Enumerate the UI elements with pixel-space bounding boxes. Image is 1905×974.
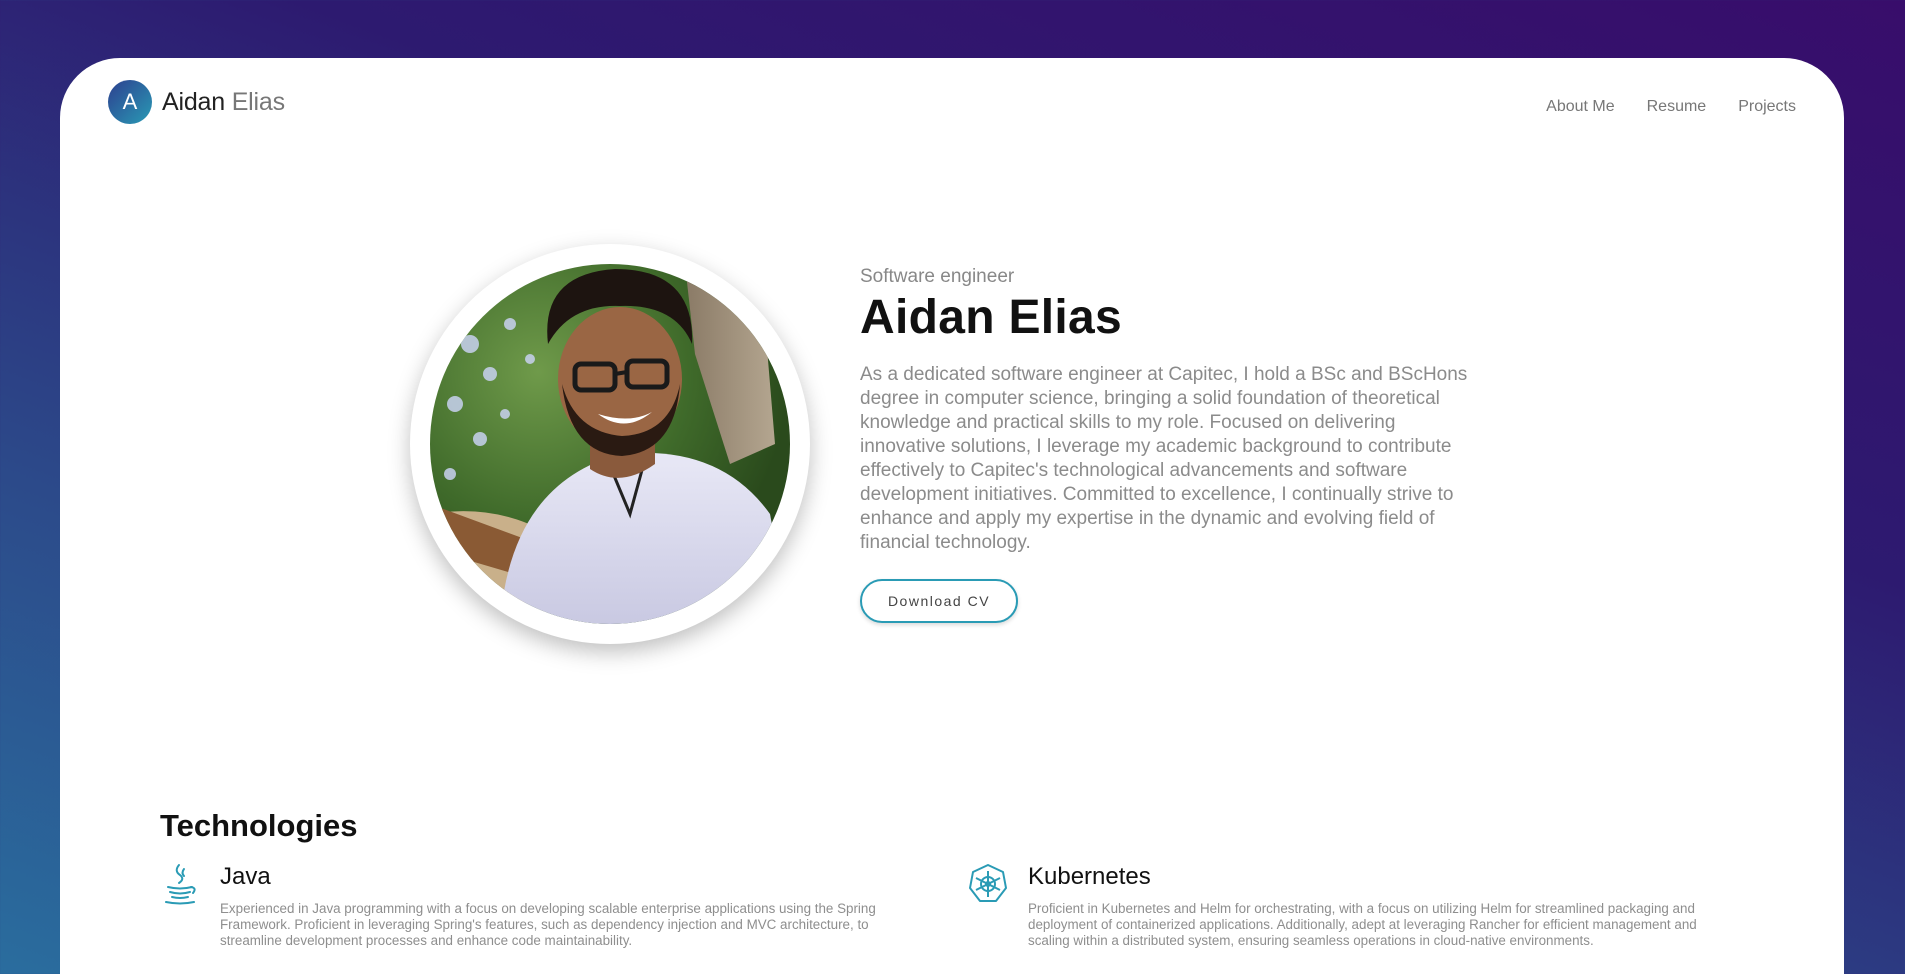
tech-title-kubernetes: Kubernetes (1028, 863, 1151, 890)
main-nav: About Me Resume Projects (1546, 98, 1796, 116)
tech-description-kubernetes: Proficient in Kubernetes and Helm for or… (1028, 901, 1697, 948)
tech-title-java: Java (220, 863, 271, 890)
bio-paragraph: As a dedicated software engineer at Capi… (860, 364, 1468, 553)
kubernetes-icon (968, 863, 1008, 905)
profile-photo-frame (410, 244, 810, 644)
hero-intro: Software engineer Aidan Elias As a dedic… (860, 266, 1490, 623)
logo-name: Aidan Elias (162, 88, 285, 117)
profile-photo (430, 264, 790, 624)
nav-link-about-me[interactable]: About Me (1546, 98, 1614, 116)
job-title: Software engineer (860, 266, 1015, 287)
main-card: A Aidan Elias About Me Resume Projects S… (60, 58, 1844, 974)
logo-first-name: Aidan (162, 87, 225, 116)
download-cv-button[interactable]: Download CV (860, 579, 1018, 623)
java-icon (160, 863, 200, 905)
hero-name: Aidan Elias (860, 291, 1123, 344)
logo-last-name: Elias (231, 87, 285, 116)
logo-avatar: A (108, 80, 152, 124)
site-logo[interactable]: A Aidan Elias (108, 80, 285, 124)
technologies-heading: Technologies (160, 808, 358, 843)
nav-link-resume[interactable]: Resume (1647, 98, 1707, 116)
tech-description-java: Experienced in Java programming with a f… (220, 901, 876, 948)
nav-link-projects[interactable]: Projects (1738, 98, 1796, 116)
